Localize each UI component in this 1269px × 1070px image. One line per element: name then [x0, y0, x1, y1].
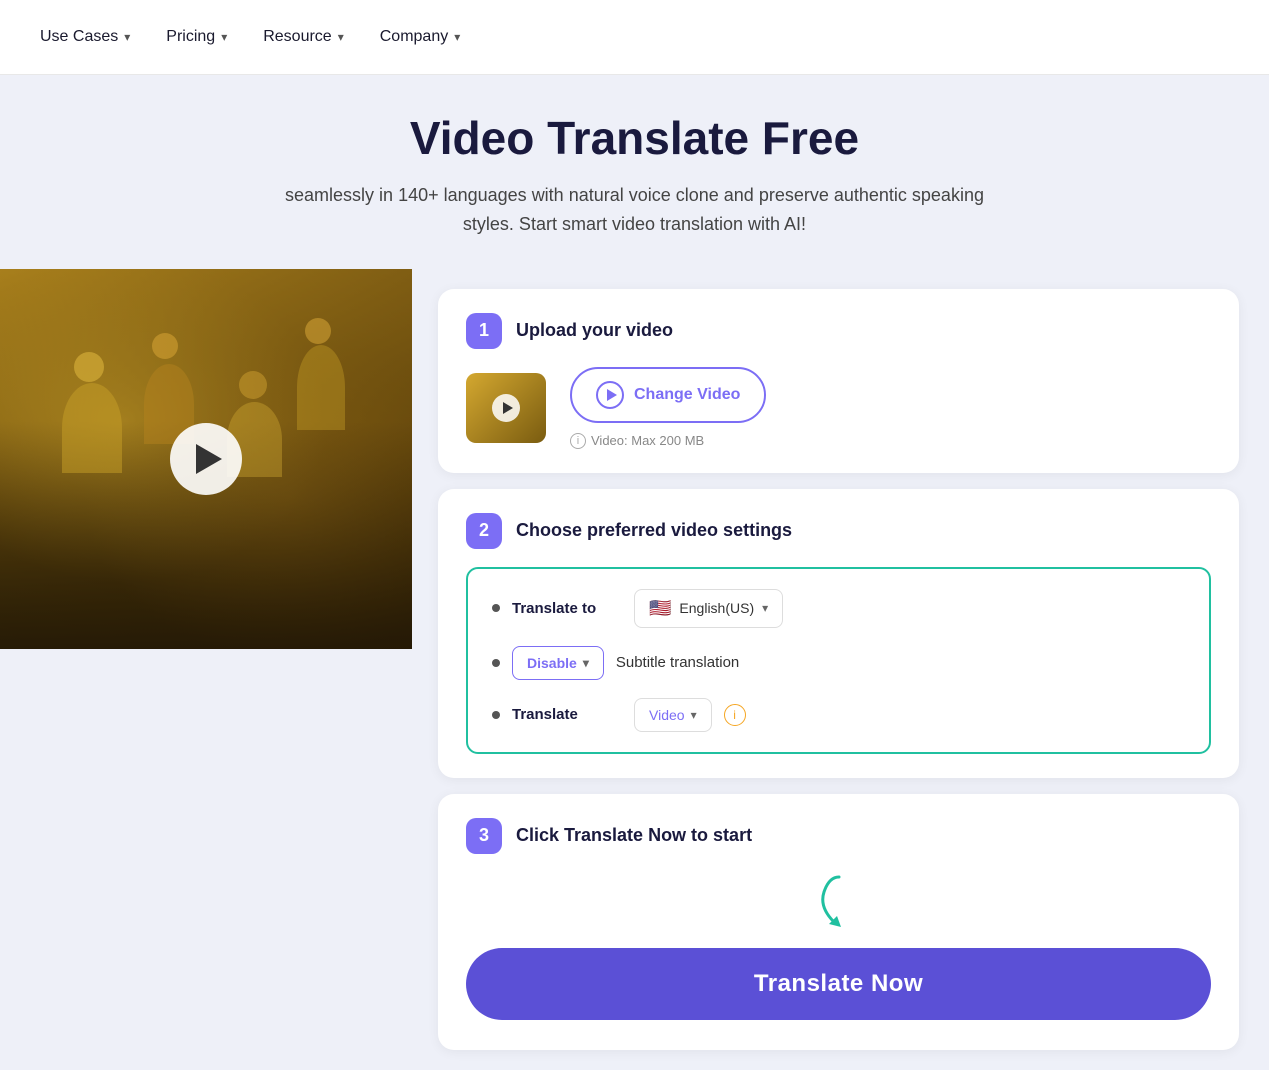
hero-subtitle: seamlessly in 140+ languages with natura… — [260, 181, 1010, 239]
step2-header: 2 Choose preferred video settings — [466, 513, 1211, 549]
step1-badge: 1 — [466, 313, 502, 349]
nav-items: Use Cases ▾ Pricing ▾ Resource ▾ Company… — [40, 28, 460, 46]
subtitle-value: Disable — [527, 655, 577, 671]
arrow-container — [466, 872, 1211, 932]
subtitle-disable-select[interactable]: Disable ▾ — [512, 646, 604, 680]
translate-to-row: Translate to 🇺🇸 English(US) ▾ — [492, 589, 1185, 628]
step2-card: 2 Choose preferred video settings Transl… — [438, 489, 1239, 778]
translate-type-dropdown-arrow: ▾ — [691, 708, 697, 722]
right-side: 1 Upload your video Change Video — [412, 269, 1269, 1070]
language-value: English(US) — [679, 600, 754, 616]
step2-badge: 2 — [466, 513, 502, 549]
translate-now-button[interactable]: Translate Now — [466, 948, 1211, 1020]
change-video-play-icon — [596, 381, 624, 409]
video-panel — [0, 269, 412, 649]
step3-badge: 3 — [466, 818, 502, 854]
page-title: Video Translate Free — [40, 111, 1229, 165]
info-circle-icon: i — [570, 433, 586, 449]
translate-type-select[interactable]: Video ▾ — [634, 698, 712, 732]
translate-type-value: Video — [649, 707, 685, 723]
translate-type-info-icon[interactable]: i — [724, 704, 746, 726]
navbar: Use Cases ▾ Pricing ▾ Resource ▾ Company… — [0, 0, 1269, 75]
upload-right: Change Video i Video: Max 200 MB — [570, 367, 766, 449]
nav-pricing-chevron: ▾ — [221, 30, 227, 44]
step1-header: 1 Upload your video — [466, 313, 1211, 349]
flag-icon: 🇺🇸 — [649, 598, 671, 619]
bullet2 — [492, 659, 500, 667]
page-wrapper: Use Cases ▾ Pricing ▾ Resource ▾ Company… — [0, 0, 1269, 1070]
translate-label: Translate — [512, 706, 622, 723]
max-size-info: i Video: Max 200 MB — [570, 433, 766, 449]
max-size-label: Video: Max 200 MB — [591, 433, 704, 448]
nav-resource-label: Resource — [263, 28, 331, 46]
step2-title: Choose preferred video settings — [516, 520, 792, 541]
bullet1 — [492, 604, 500, 612]
video-play-button[interactable] — [170, 423, 242, 495]
content-area: 1 Upload your video Change Video — [0, 269, 1269, 1070]
language-dropdown-arrow: ▾ — [762, 601, 768, 615]
nav-resource-chevron: ▾ — [338, 30, 344, 44]
subtitle-dropdown-arrow: ▾ — [583, 656, 589, 670]
nav-item-resource[interactable]: Resource ▾ — [263, 28, 344, 46]
hero-section: Video Translate Free seamlessly in 140+ … — [0, 75, 1269, 239]
nav-item-pricing[interactable]: Pricing ▾ — [166, 28, 227, 46]
change-video-button[interactable]: Change Video — [570, 367, 766, 423]
translate-to-label: Translate to — [512, 600, 622, 617]
subtitle-label: Subtitle translation — [616, 654, 739, 671]
curved-arrow-icon — [809, 872, 869, 932]
nav-use-cases-chevron: ▾ — [124, 30, 130, 44]
translate-type-row: Translate Video ▾ i — [492, 698, 1185, 732]
thumb-play-overlay — [466, 373, 546, 443]
step3-title: Click Translate Now to start — [516, 825, 752, 846]
step1-card: 1 Upload your video Change Video — [438, 289, 1239, 473]
upload-area: Change Video i Video: Max 200 MB — [466, 367, 1211, 449]
thumb-play-circle — [492, 394, 520, 422]
video-thumbnail — [466, 373, 546, 443]
bullet3 — [492, 711, 500, 719]
nav-use-cases-label: Use Cases — [40, 28, 118, 46]
nav-company-label: Company — [380, 28, 448, 46]
nav-item-company[interactable]: Company ▾ — [380, 28, 461, 46]
step3-header: 3 Click Translate Now to start — [466, 818, 1211, 854]
settings-box: Translate to 🇺🇸 English(US) ▾ Disable ▾ — [466, 567, 1211, 754]
step3-card: 3 Click Translate Now to start Translate… — [438, 794, 1239, 1050]
change-video-label: Change Video — [634, 386, 740, 404]
nav-company-chevron: ▾ — [454, 30, 460, 44]
nav-pricing-label: Pricing — [166, 28, 215, 46]
subtitle-row: Disable ▾ Subtitle translation — [492, 646, 1185, 680]
nav-item-use-cases[interactable]: Use Cases ▾ — [40, 28, 130, 46]
step1-title: Upload your video — [516, 320, 673, 341]
language-select[interactable]: 🇺🇸 English(US) ▾ — [634, 589, 783, 628]
